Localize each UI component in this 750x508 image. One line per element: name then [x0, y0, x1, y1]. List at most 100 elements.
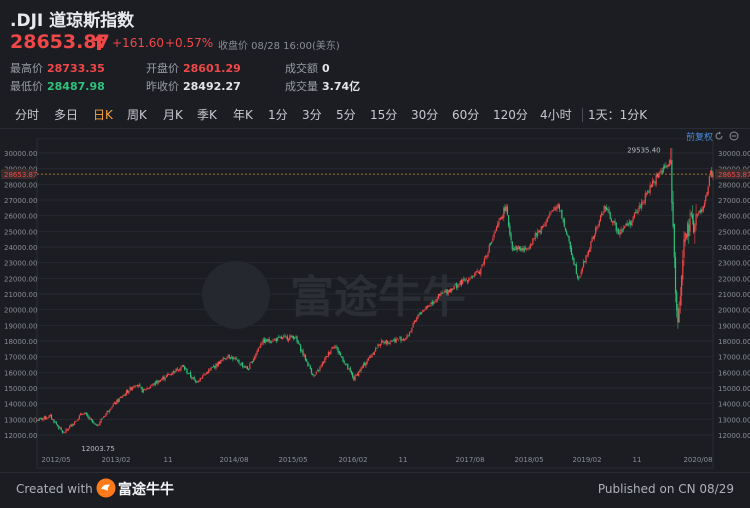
candle-body: [297, 340, 299, 344]
candle-body: [318, 370, 320, 371]
candle-body: [440, 293, 442, 297]
candle-body: [430, 302, 432, 304]
candle-body: [406, 335, 408, 339]
x-tick-label: 11: [399, 456, 408, 464]
candle-body: [463, 278, 465, 280]
tab-yearly-k[interactable]: 年K: [233, 106, 253, 123]
candle-body: [399, 337, 401, 339]
candle-body: [83, 412, 85, 415]
candle-body: [447, 290, 449, 295]
current-price-label-left: 28653.87: [4, 171, 37, 179]
candle-body: [466, 280, 469, 282]
candle-body: [423, 310, 425, 312]
candle-body: [307, 361, 309, 366]
candle-body: [170, 374, 172, 375]
candle-body: [144, 389, 146, 390]
tab-5min[interactable]: 5分: [336, 106, 356, 123]
y-tick-label-right: 25000.00: [718, 228, 750, 236]
tab-4hour[interactable]: 4小时: [540, 106, 572, 123]
candle-body: [527, 248, 529, 250]
candle-body: [372, 353, 374, 355]
candle-body: [653, 180, 655, 182]
candle-body: [508, 215, 510, 226]
tab-3min[interactable]: 3分: [302, 106, 322, 123]
tab-multiday[interactable]: 多日: [54, 106, 78, 123]
candle-body: [235, 358, 238, 360]
candle-body: [500, 217, 502, 219]
candle-body: [43, 416, 45, 419]
candle-body: [240, 363, 242, 365]
published-date: Published on CN 08/29: [597, 482, 734, 496]
candle-body: [152, 383, 154, 386]
candle-body: [277, 337, 279, 342]
tab-daily-k[interactable]: 日K: [93, 106, 113, 123]
candle-body: [269, 341, 271, 343]
y-tick-label-right: 26000.00: [718, 213, 750, 221]
candle-body: [533, 238, 535, 240]
y-tick-label-left: 16000.00: [4, 369, 37, 377]
candle-body: [254, 356, 256, 360]
candle-body: [202, 375, 204, 379]
candle-body: [261, 343, 263, 345]
candle-body: [137, 384, 140, 387]
tab-monthly-k[interactable]: 月K: [163, 106, 183, 123]
candle-body: [171, 373, 174, 375]
candle-body: [338, 351, 340, 354]
candle-body: [221, 359, 223, 361]
tab-weekly-k[interactable]: 周K: [127, 106, 147, 123]
candle-body: [703, 203, 706, 207]
candle-body: [107, 411, 109, 412]
candle-body: [316, 370, 319, 372]
candle-body: [503, 207, 505, 218]
candle-body: [433, 301, 435, 304]
candle-body: [471, 276, 473, 278]
tab-quarterly-k[interactable]: 季K: [197, 106, 217, 123]
candle-body: [368, 356, 371, 359]
candle-body: [593, 235, 596, 239]
candle-body: [407, 335, 409, 337]
candle-body: [581, 267, 583, 272]
candle-body: [330, 350, 332, 355]
price-change-pct: +0.57%: [165, 36, 214, 50]
candle-body: [589, 249, 591, 252]
candle-body: [707, 186, 709, 195]
candle-body: [94, 423, 96, 425]
y-tick-label-left: 18000.00: [4, 338, 37, 346]
tab-60min[interactable]: 60分: [452, 106, 479, 123]
candle-body: [412, 323, 414, 328]
tab-1day-1min[interactable]: 1天：1分K: [588, 106, 647, 123]
kline-chart[interactable]: 12000.00 12000.00 13000.00 13000.00 14000.00…: [0, 138, 750, 470]
candle-body: [506, 206, 509, 215]
candle-body: [131, 387, 134, 390]
candle-body: [79, 413, 82, 416]
candle-body: [348, 368, 350, 370]
candle-body: [494, 232, 496, 234]
tab-30min[interactable]: 30分: [411, 106, 438, 123]
candle-body: [347, 364, 349, 369]
candle-body: [266, 339, 268, 342]
candle-body: [575, 264, 577, 274]
candle-body: [115, 402, 117, 404]
x-tick-label: 2014/08: [219, 456, 248, 464]
candle-body: [333, 346, 336, 348]
candle-body: [343, 361, 345, 364]
candle-body: [677, 308, 679, 323]
candle-body: [367, 357, 369, 361]
candle-body: [274, 338, 276, 340]
tab-intraday[interactable]: 分时: [15, 106, 39, 123]
candle-body: [655, 174, 657, 185]
candle-body: [227, 355, 229, 359]
candle-body: [605, 207, 608, 211]
candle-body: [601, 213, 603, 216]
candle-body: [225, 358, 227, 360]
tab-120min[interactable]: 120分: [493, 106, 528, 123]
candle-body: [163, 376, 165, 380]
candle-body: [456, 283, 458, 288]
candle-body: [599, 215, 602, 222]
tab-15min[interactable]: 15分: [370, 106, 397, 123]
candle-body: [420, 311, 423, 315]
tab-1min[interactable]: 1分: [268, 106, 288, 123]
candle-body: [382, 341, 384, 343]
candle-body: [312, 373, 314, 376]
candle-body: [644, 193, 646, 203]
